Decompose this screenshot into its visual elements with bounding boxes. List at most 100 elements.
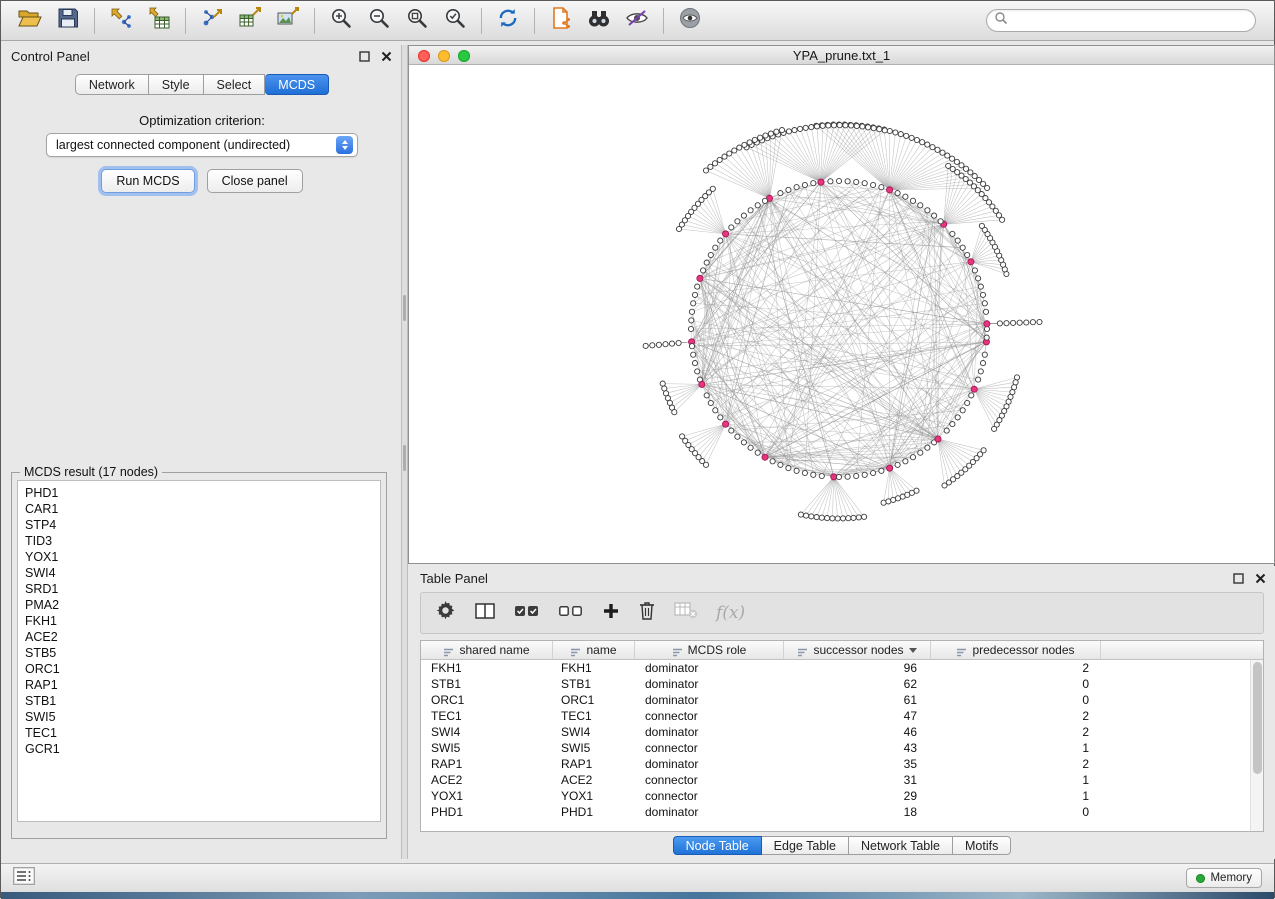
divider-handle[interactable] <box>403 295 406 321</box>
criterion-select[interactable]: largest connected component (undirected) <box>46 133 358 157</box>
show-columns-button[interactable] <box>474 601 496 626</box>
application-window: Control Panel Network Style Select MCDS … <box>0 0 1275 898</box>
divider-handle[interactable] <box>403 445 406 471</box>
memory-button[interactable]: Memory <box>1186 868 1262 888</box>
table-row[interactable]: SWI4SWI4dominator462 <box>421 724 1250 740</box>
sort-icon <box>797 646 808 655</box>
panel-divider[interactable] <box>401 45 408 859</box>
open-file-button[interactable] <box>11 5 49 37</box>
show-graphics-details-button[interactable] <box>671 5 709 37</box>
float-table-panel-icon[interactable] <box>1230 570 1246 586</box>
mcds-result-item[interactable]: STB1 <box>18 693 380 709</box>
table-cell: 0 <box>931 805 1101 819</box>
import-network-button[interactable] <box>102 5 140 37</box>
table-row[interactable]: STB1STB1dominator620 <box>421 676 1250 692</box>
toolbar-separator <box>314 8 315 34</box>
table-row[interactable]: PHD1PHD1dominator180 <box>421 804 1250 820</box>
mcds-result-item[interactable]: PHD1 <box>18 485 380 501</box>
network-canvas[interactable] <box>409 65 1274 563</box>
tab-network-table[interactable]: Network Table <box>849 836 953 855</box>
tab-mcds[interactable]: MCDS <box>265 74 329 95</box>
mcds-result-item[interactable]: PMA2 <box>18 597 380 613</box>
network-window-titlebar[interactable]: YPA_prune.txt_1 <box>409 46 1274 65</box>
run-mcds-button[interactable]: Run MCDS <box>101 169 194 193</box>
float-panel-icon[interactable] <box>356 48 372 64</box>
zoom-selected-icon <box>443 6 467 35</box>
export-network-button[interactable] <box>193 5 231 37</box>
column-header-successor-nodes[interactable]: successor nodes <box>784 641 931 659</box>
network-from-clipboard-button[interactable] <box>542 5 580 37</box>
search-network-button[interactable] <box>580 5 618 37</box>
export-table-icon <box>237 6 263 35</box>
mcds-result-item[interactable]: FKH1 <box>18 613 380 629</box>
global-search-box[interactable] <box>986 9 1256 32</box>
table-row[interactable]: SWI5SWI5connector431 <box>421 740 1250 756</box>
zoom-fit-button[interactable] <box>398 5 436 37</box>
tab-motifs[interactable]: Motifs <box>953 836 1011 855</box>
fx-icon: f(x) <box>716 603 745 623</box>
tab-select[interactable]: Select <box>204 74 266 95</box>
node-table-body[interactable]: FKH1FKH1dominator962STB1STB1dominator620… <box>421 660 1250 831</box>
export-image-button[interactable] <box>269 5 307 37</box>
tab-style[interactable]: Style <box>149 74 204 95</box>
tab-edge-table[interactable]: Edge Table <box>762 836 849 855</box>
mcds-result-item[interactable]: YOX1 <box>18 549 380 565</box>
close-table-panel-icon[interactable] <box>1252 570 1268 586</box>
table-panel-title: Table Panel <box>420 571 488 586</box>
network-graph[interactable] <box>409 65 1274 563</box>
tab-network[interactable]: Network <box>75 74 149 95</box>
deselect-all-button[interactable] <box>558 601 584 626</box>
table-row[interactable]: YOX1YOX1connector291 <box>421 788 1250 804</box>
mcds-result-item[interactable]: ORC1 <box>18 661 380 677</box>
save-session-button[interactable] <box>49 5 87 37</box>
table-header-row: shared name name MCDS role successor nod… <box>421 641 1263 660</box>
create-column-button[interactable] <box>602 602 620 625</box>
table-row[interactable]: ORC1ORC1dominator610 <box>421 692 1250 708</box>
column-header-mcds-role[interactable]: MCDS role <box>635 641 784 659</box>
mcds-result-item[interactable]: STB5 <box>18 645 380 661</box>
column-header-shared-name[interactable]: shared name <box>421 641 553 659</box>
clear-table-button[interactable] <box>674 601 698 625</box>
maximize-window-icon[interactable] <box>458 50 470 62</box>
minimize-window-icon[interactable] <box>438 50 450 62</box>
zoom-out-button[interactable] <box>360 5 398 37</box>
mcds-result-item[interactable]: RAP1 <box>18 677 380 693</box>
zoom-in-button[interactable] <box>322 5 360 37</box>
zoom-selected-button[interactable] <box>436 5 474 37</box>
hide-graphics-details-button[interactable] <box>618 5 656 37</box>
column-header-empty <box>1101 641 1263 659</box>
table-row[interactable]: TEC1TEC1connector472 <box>421 708 1250 724</box>
mcds-result-item[interactable]: ACE2 <box>18 629 380 645</box>
table-cell: 96 <box>784 661 931 675</box>
table-row[interactable]: FKH1FKH1dominator962 <box>421 660 1250 676</box>
column-header-predecessor-nodes[interactable]: predecessor nodes <box>931 641 1101 659</box>
function-builder-button[interactable]: f(x) <box>716 603 745 623</box>
table-row[interactable]: RAP1RAP1dominator352 <box>421 756 1250 772</box>
table-settings-button[interactable] <box>435 600 456 626</box>
table-scrollbar[interactable] <box>1250 660 1263 831</box>
menu-list-button[interactable] <box>13 867 35 890</box>
delete-column-button[interactable] <box>638 600 656 626</box>
mcds-result-item[interactable]: STP4 <box>18 517 380 533</box>
mcds-result-item[interactable]: CAR1 <box>18 501 380 517</box>
mcds-result-list[interactable]: PHD1CAR1STP4TID3YOX1SWI4SRD1PMA2FKH1ACE2… <box>17 480 381 822</box>
apply-layout-button[interactable] <box>489 5 527 37</box>
scrollbar-thumb[interactable] <box>1253 662 1262 774</box>
export-table-button[interactable] <box>231 5 269 37</box>
mcds-result-item[interactable]: SWI4 <box>18 565 380 581</box>
table-row[interactable]: ACE2ACE2connector311 <box>421 772 1250 788</box>
mcds-result-item[interactable]: TID3 <box>18 533 380 549</box>
mcds-result-item[interactable]: TEC1 <box>18 725 380 741</box>
close-window-icon[interactable] <box>418 50 430 62</box>
tab-node-table[interactable]: Node Table <box>673 836 762 855</box>
close-panel-icon[interactable] <box>378 48 394 64</box>
column-header-name[interactable]: name <box>553 641 635 659</box>
close-panel-button[interactable]: Close panel <box>207 169 303 193</box>
main-toolbar <box>1 1 1274 41</box>
import-table-button[interactable] <box>140 5 178 37</box>
mcds-result-item[interactable]: SWI5 <box>18 709 380 725</box>
select-all-button[interactable] <box>514 601 540 626</box>
search-input[interactable] <box>1012 14 1248 28</box>
mcds-result-item[interactable]: GCR1 <box>18 741 380 757</box>
mcds-result-item[interactable]: SRD1 <box>18 581 380 597</box>
